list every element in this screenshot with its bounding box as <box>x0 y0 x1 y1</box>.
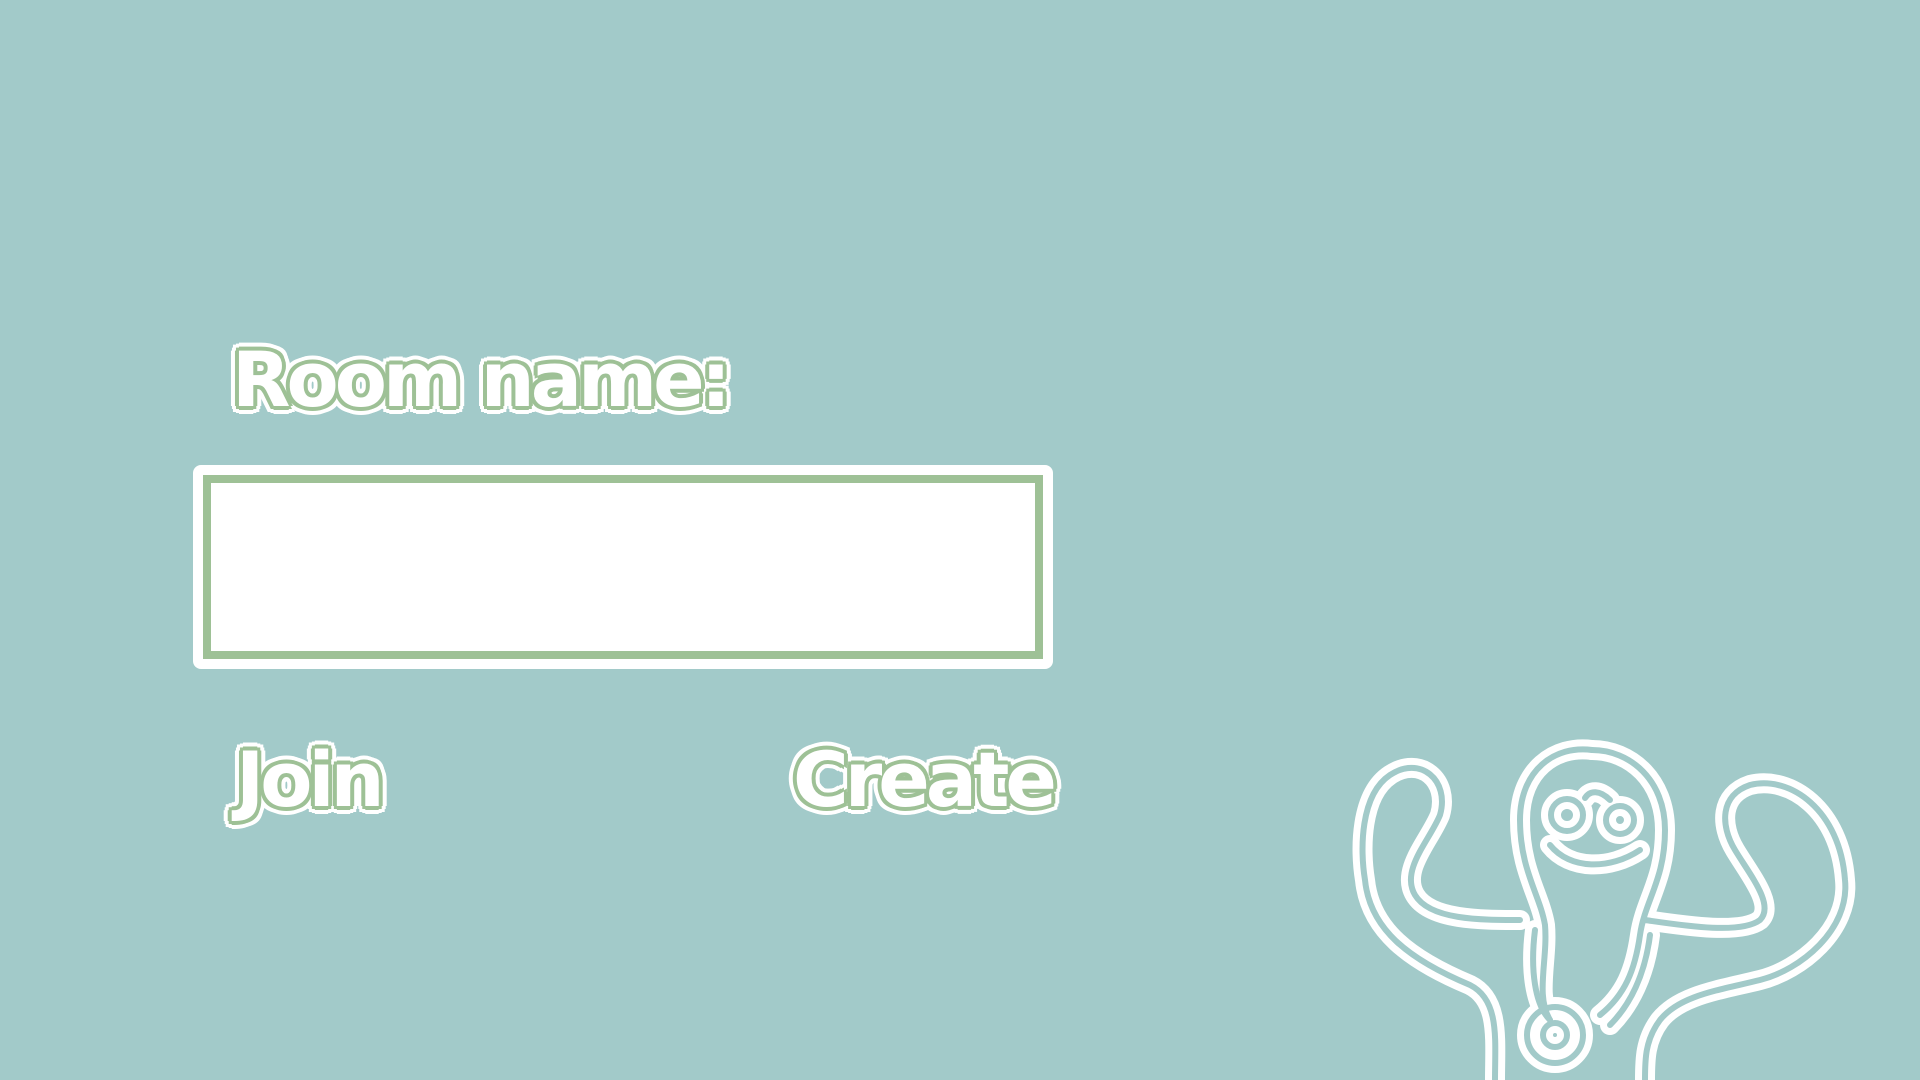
room-name-label: Room name: <box>232 335 731 424</box>
room-name-input[interactable] <box>203 475 1043 659</box>
room-name-input-frame <box>193 465 1053 669</box>
monster-outline-icon <box>1352 739 1856 1080</box>
join-button[interactable]: Join <box>236 736 385 824</box>
room-screen: Room name: Join Create <box>0 0 1920 1080</box>
create-button[interactable]: Create <box>793 736 1057 824</box>
